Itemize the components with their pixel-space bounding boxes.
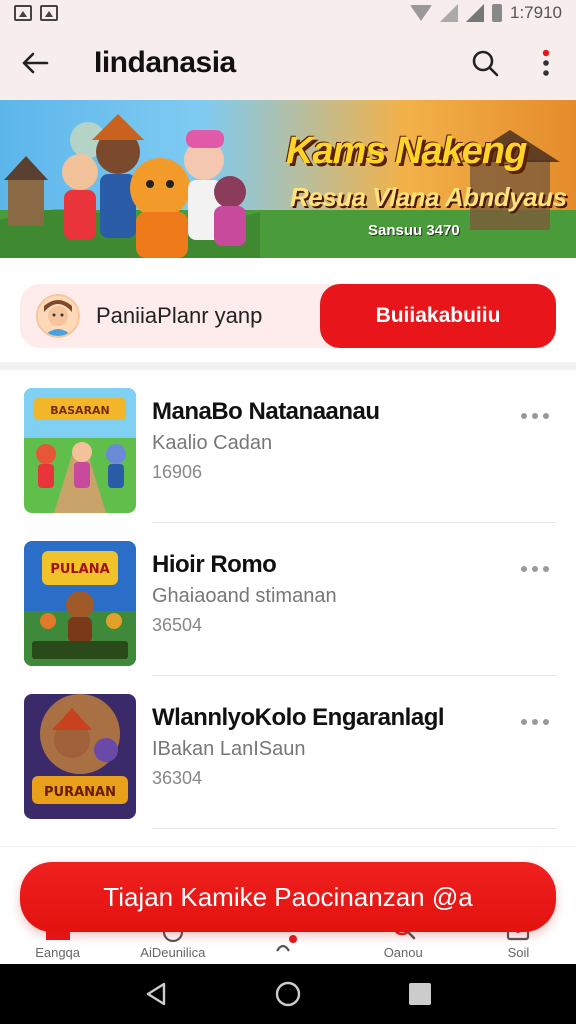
- item-count: 36304: [152, 768, 203, 788]
- list-item[interactable]: PULANA Hioir Romo Ghaiaoand stimanan 365…: [0, 523, 576, 676]
- item-subtitle: Kaalio Cadan: [152, 432, 273, 454]
- svg-text:PURANAN: PURANAN: [44, 785, 116, 800]
- promo-card: PaniiaPlanr yanp Buiiakabuiiu: [20, 284, 556, 348]
- search-button[interactable]: [454, 26, 516, 100]
- circle-home-icon: [275, 981, 301, 1007]
- system-back-button[interactable]: [136, 974, 176, 1014]
- banner-tag: Sansuu 3470: [368, 222, 460, 239]
- status-time: 1:7910: [510, 3, 562, 22]
- promo-button[interactable]: Buiiakabuiiu: [320, 284, 556, 348]
- item-more-button[interactable]: [520, 553, 550, 579]
- list-item[interactable]: PURANAN WlannlyoKolo Engaranlagl IBakan …: [0, 676, 576, 829]
- status-bar: 1:7910: [0, 0, 576, 26]
- game-cover-image: PURANAN: [24, 694, 136, 819]
- signal-icon: [466, 4, 484, 22]
- status-indicators: 1:7910: [410, 3, 562, 23]
- center-icon: [273, 928, 303, 958]
- notification-image-icon: [14, 5, 32, 21]
- notification-image-icon: [40, 5, 58, 21]
- section-divider: [0, 362, 576, 370]
- wifi-icon: [410, 5, 432, 21]
- game-list: BASARAN ManaBo Natanaanau Kaalio Cadan 1…: [0, 370, 576, 829]
- item-title: WlannlyoKolo Engaranlagl: [152, 704, 445, 731]
- banner-subtitle: Resua Vlana Abndyaus: [290, 182, 567, 212]
- game-cover-image: BASARAN: [24, 388, 136, 513]
- primary-cta-button[interactable]: Tiajan Kamike Paocinanzan @a: [20, 862, 556, 932]
- promo-text: PaniiaPlanr yanp: [96, 303, 263, 328]
- back-button[interactable]: [0, 26, 70, 100]
- search-icon: [472, 50, 499, 77]
- svg-text:PULANA: PULANA: [50, 562, 109, 577]
- banner-title: Kams Nakeng: [286, 130, 527, 172]
- more-horizontal-icon: [521, 566, 549, 572]
- page-title: Iindanasia: [94, 46, 236, 79]
- more-horizontal-icon: [521, 413, 549, 419]
- more-options-button[interactable]: [516, 26, 576, 100]
- nav-label: Oanou: [383, 945, 423, 960]
- avatar: [36, 294, 80, 338]
- game-cover-image: PULANA: [24, 541, 136, 666]
- system-recents-button[interactable]: [400, 974, 440, 1014]
- item-title: ManaBo Natanaanau: [152, 398, 380, 425]
- nav-label: AiDeunilica: [140, 945, 206, 960]
- item-more-button[interactable]: [520, 400, 550, 426]
- svg-text:BASARAN: BASARAN: [50, 404, 110, 417]
- signal-icon: [440, 4, 458, 22]
- item-title: Hioir Romo: [152, 551, 277, 578]
- status-notifications: [14, 5, 58, 21]
- item-count: 36504: [152, 615, 203, 635]
- item-more-button[interactable]: [520, 706, 550, 732]
- game-thumbnail: PURANAN: [24, 694, 136, 819]
- item-divider: [152, 828, 556, 829]
- item-subtitle: IBakan LanISaun: [152, 738, 306, 760]
- list-item[interactable]: BASARAN ManaBo Natanaanau Kaalio Cadan 1…: [0, 370, 576, 523]
- nav-label: Eangqa: [35, 945, 81, 960]
- app-bar: Iindanasia: [0, 26, 576, 100]
- nav-label: Soil: [507, 945, 530, 960]
- user-avatar-icon: [38, 296, 78, 336]
- battery-icon: [492, 4, 502, 22]
- more-vertical-icon: [542, 49, 550, 76]
- game-thumbnail: PULANA: [24, 541, 136, 666]
- game-thumbnail: BASARAN: [24, 388, 136, 513]
- square-recents-icon: [409, 983, 431, 1005]
- system-navigation-bar: [0, 964, 576, 1024]
- system-home-button[interactable]: [268, 974, 308, 1014]
- arrow-left-icon: [22, 52, 49, 74]
- promo-banner[interactable]: Kams Nakeng Resua Vlana Abndyaus Sansuu …: [0, 100, 576, 258]
- more-horizontal-icon: [521, 719, 549, 725]
- triangle-back-icon: [146, 982, 166, 1006]
- banner-artwork: [0, 114, 576, 258]
- item-count: 16906: [152, 462, 203, 482]
- item-subtitle: Ghaiaoand stimanan: [152, 585, 337, 607]
